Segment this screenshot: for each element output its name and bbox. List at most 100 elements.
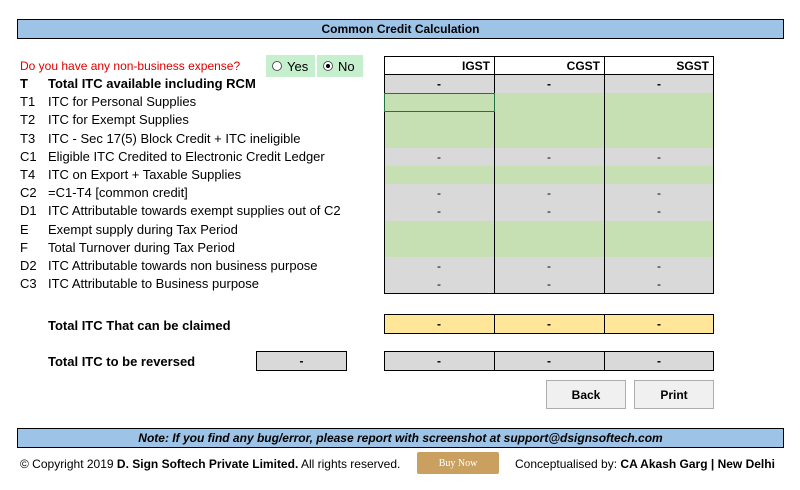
copyright-prefix: © Copyright 2019	[20, 457, 117, 471]
row-value-igst[interactable]	[384, 129, 494, 149]
row-value-sgst[interactable]	[604, 220, 714, 240]
row-label: ITC Attributable towards non business pu…	[48, 258, 318, 273]
row-value-cgst: -	[494, 75, 604, 94]
row-value-cgst: -	[494, 184, 604, 203]
row-value-sgst: -	[604, 202, 714, 222]
total-reversed-igst: -	[437, 354, 441, 368]
row-code: T4	[20, 167, 36, 182]
row-code: T3	[20, 130, 36, 146]
grid-line	[494, 56, 495, 294]
row-value-sgst: -	[604, 75, 714, 94]
radio-yes-label: Yes	[287, 58, 309, 74]
grid-line	[384, 74, 714, 75]
row-value-sgst: -	[604, 184, 714, 203]
row-code: C3	[20, 276, 37, 292]
row-value-sgst: -	[604, 147, 714, 167]
page-title: Common Credit Calculation	[321, 22, 480, 36]
row-label: Total Turnover during Tax Period	[48, 239, 235, 255]
radio-yes[interactable]: Yes	[266, 55, 315, 77]
row-label: ITC Attributable towards exempt supplies…	[48, 203, 341, 219]
credits: Conceptualised by: CA Akash Garg | New D…	[515, 457, 775, 471]
row-value-sgst[interactable]	[604, 166, 714, 185]
divider	[604, 351, 605, 371]
radio-no[interactable]: No	[317, 55, 363, 77]
row-code: D2	[20, 258, 37, 273]
row-value-igst: -	[384, 184, 494, 203]
row-value-cgst[interactable]	[494, 166, 604, 185]
grid-line	[604, 56, 605, 294]
divider	[494, 314, 495, 334]
row-value-sgst[interactable]	[604, 129, 714, 149]
row-value-cgst[interactable]	[494, 111, 604, 131]
author-name: CA Akash Garg	[620, 457, 708, 471]
row-value-cgst[interactable]	[494, 129, 604, 149]
row-code: E	[20, 221, 29, 237]
rights-text: All rights reserved.	[298, 457, 401, 471]
row-value-sgst[interactable]	[604, 111, 714, 131]
row-value-igst: -	[384, 75, 494, 94]
column-header-cgst: CGST	[566, 59, 600, 73]
grid-line	[384, 293, 714, 295]
row-label: ITC for Personal Supplies	[48, 94, 197, 110]
copyright: © Copyright 2019 D. Sign Softech Private…	[20, 457, 400, 471]
row-value-igst: -	[384, 202, 494, 222]
row-value-igst: -	[384, 147, 494, 167]
row-value-cgst: -	[494, 202, 604, 222]
row-label: ITC Attributable to Business purpose	[48, 276, 260, 292]
column-header-sgst: SGST	[676, 59, 709, 73]
total-claimed-label: Total ITC That can be claimed	[48, 318, 231, 333]
row-code: C2	[20, 185, 37, 201]
buy-now-button[interactable]: Buy Now	[417, 452, 499, 474]
row-code: D1	[20, 203, 37, 219]
note-banner: Note: If you find any bug/error, please …	[17, 428, 784, 448]
row-label: ITC - Sec 17(5) Block Credit + ITC ineli…	[48, 130, 301, 146]
concept-prefix: Conceptualised by:	[515, 457, 621, 471]
back-button[interactable]: Back	[546, 380, 626, 409]
divider	[494, 351, 495, 371]
radio-no-label: No	[338, 58, 355, 74]
city-name: New Delhi	[717, 457, 775, 471]
row-value-cgst: -	[494, 275, 604, 294]
radio-yes-dot[interactable]	[272, 61, 282, 71]
row-value-cgst: -	[494, 147, 604, 167]
row-code: C1	[20, 148, 37, 164]
row-code: F	[20, 239, 28, 255]
column-header-igst: IGST	[461, 59, 490, 73]
row-label: Total ITC available including RCM	[48, 76, 256, 91]
row-value-igst: -	[384, 275, 494, 294]
total-claimed-cgst: -	[547, 317, 551, 331]
grid-line	[384, 56, 385, 294]
row-value-cgst[interactable]	[494, 238, 604, 258]
row-value-cgst[interactable]	[494, 220, 604, 240]
row-value-cgst[interactable]	[494, 93, 604, 112]
row-value-sgst: -	[604, 275, 714, 294]
print-button[interactable]: Print	[634, 380, 714, 409]
total-reversed-cgst: -	[547, 354, 551, 368]
row-value-igst: -	[384, 257, 494, 276]
row-value-cgst: -	[494, 257, 604, 276]
row-value-igst[interactable]	[384, 238, 494, 258]
row-value-igst[interactable]	[384, 166, 494, 185]
grid-line	[384, 56, 714, 57]
total-reversed-sum: -	[256, 351, 347, 371]
row-code: T2	[20, 112, 36, 128]
row-value-sgst: -	[604, 257, 714, 276]
title-banner: Common Credit Calculation	[17, 19, 784, 39]
row-label: =C1-T4 [common credit]	[48, 185, 188, 201]
row-label: ITC on Export + Taxable Supplies	[48, 167, 242, 182]
total-claimed-igst: -	[437, 317, 441, 331]
radio-no-dot[interactable]	[323, 61, 333, 71]
note-text: Note: If you find any bug/error, please …	[138, 431, 663, 445]
row-value-igst[interactable]	[384, 111, 494, 131]
row-value-sgst[interactable]	[604, 93, 714, 112]
separator: |	[707, 457, 718, 471]
total-reversed-sgst: -	[657, 354, 661, 368]
row-label: ITC for Exempt Supplies	[48, 112, 189, 128]
row-label: Exempt supply during Tax Period	[48, 221, 238, 237]
row-value-igst[interactable]	[384, 220, 494, 240]
row-value-sgst[interactable]	[604, 238, 714, 258]
selected-cell[interactable]	[384, 93, 495, 113]
row-code: T1	[20, 94, 36, 110]
divider	[604, 314, 605, 334]
row-code: T	[20, 76, 28, 91]
